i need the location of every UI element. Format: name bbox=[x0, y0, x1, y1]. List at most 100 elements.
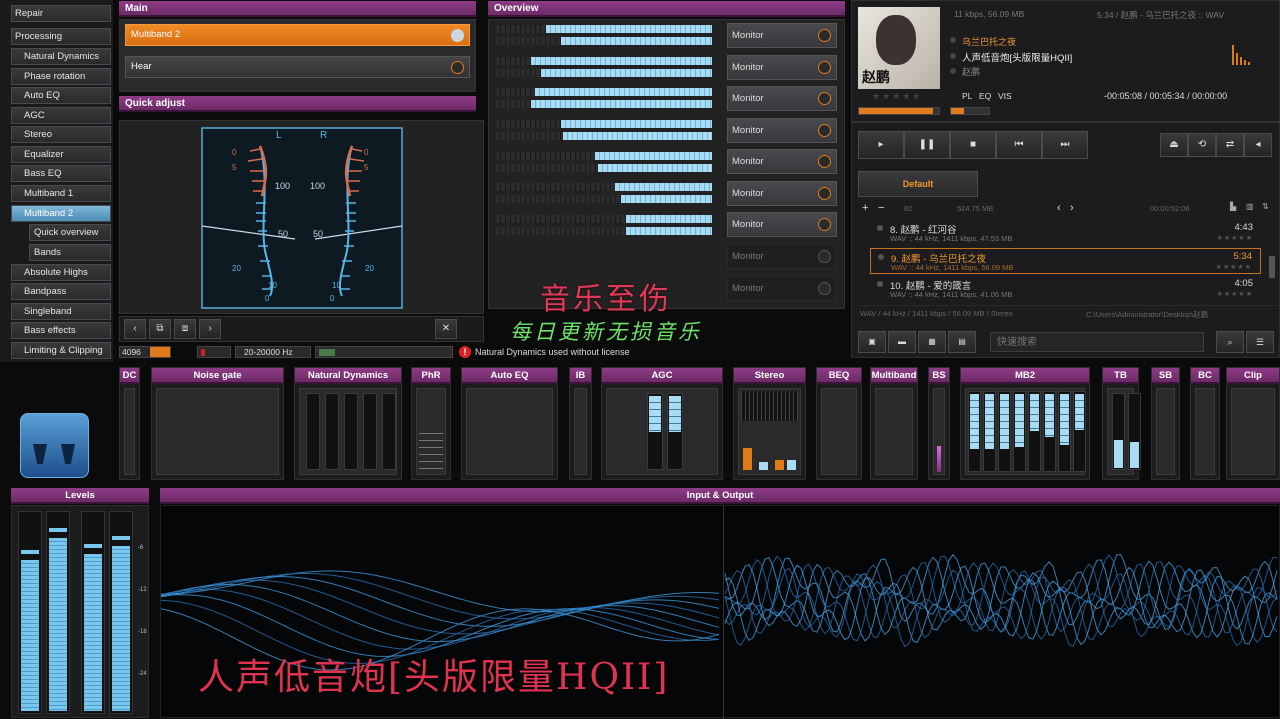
module-mb2[interactable]: MB2 bbox=[960, 367, 1090, 480]
monitor-radio[interactable] bbox=[818, 29, 831, 42]
multiband2-option[interactable]: Multiband 2 bbox=[125, 24, 470, 46]
nav-auto-eq[interactable]: Auto EQ bbox=[11, 87, 111, 104]
nav-bands[interactable]: Bands bbox=[29, 244, 111, 261]
nav-multiband-1[interactable]: Multiband 1 bbox=[11, 185, 111, 202]
monitor-radio[interactable] bbox=[818, 124, 831, 137]
playlist-remove-button[interactable]: ▬ bbox=[888, 331, 916, 353]
next-track-button[interactable]: ⏭ bbox=[1042, 131, 1088, 159]
hear-option[interactable]: Hear bbox=[125, 56, 470, 78]
nav-equalizer[interactable]: Equalizer bbox=[11, 146, 111, 163]
copy-button[interactable]: ⧉ bbox=[149, 319, 171, 339]
shuffle-button[interactable]: ⇄ bbox=[1216, 133, 1244, 157]
pause-button[interactable]: ❚❚ bbox=[904, 131, 950, 159]
playlist-sort-icon[interactable]: ⇅ bbox=[1262, 202, 1269, 211]
repeat-button[interactable]: ⟲ bbox=[1188, 133, 1216, 157]
playlist-track[interactable]: 10. 赵鹏 - 爱的箴言 WAV :: 44 kHz, 1411 kbps, 4… bbox=[870, 276, 1261, 302]
next-button[interactable]: › bbox=[199, 319, 221, 339]
nav-repair[interactable]: Repair bbox=[11, 5, 111, 22]
playlist-next-icon[interactable]: › bbox=[1070, 202, 1074, 214]
playlist-scrollbar[interactable] bbox=[1269, 256, 1275, 278]
track-rating[interactable]: ★★★★★ bbox=[1216, 263, 1252, 271]
remove-track-button[interactable]: − bbox=[878, 202, 884, 214]
previous-track-button[interactable]: ⏮ bbox=[996, 131, 1042, 159]
monitor-radio[interactable] bbox=[818, 282, 831, 295]
search-icon[interactable]: ⌕ bbox=[1216, 331, 1244, 353]
monitor-button[interactable]: Monitor bbox=[727, 86, 837, 111]
playlist-track[interactable]: 9. 赵鹏 - 乌兰巴托之夜 WAV :: 44 kHz, 1411 kbps, … bbox=[870, 248, 1261, 274]
track-rating[interactable]: ★★★★★ bbox=[1217, 234, 1253, 242]
playlist-add-button[interactable]: ▣ bbox=[858, 331, 886, 353]
monitor-button[interactable]: Monitor bbox=[727, 118, 837, 143]
monitor-button[interactable]: Monitor bbox=[727, 23, 837, 48]
nav-processing[interactable]: Processing bbox=[11, 28, 111, 45]
tab-eq[interactable]: EQ bbox=[979, 91, 991, 101]
monitor-radio[interactable] bbox=[818, 155, 831, 168]
module-auto-eq[interactable]: Auto EQ bbox=[461, 367, 558, 480]
playlist-select-button[interactable]: ▦ bbox=[918, 331, 946, 353]
nav-stereo[interactable]: Stereo bbox=[11, 126, 111, 143]
module-natural-dynamics[interactable]: Natural Dynamics bbox=[294, 367, 402, 480]
add-track-button[interactable]: + bbox=[862, 202, 868, 214]
nav-bass-eq[interactable]: Bass EQ bbox=[11, 165, 111, 182]
nav-absolute-highs[interactable]: Absolute Highs bbox=[11, 264, 111, 281]
playlist-misc-button[interactable]: ▤ bbox=[948, 331, 976, 353]
monitor-button[interactable]: Monitor bbox=[727, 212, 837, 237]
nav-agc[interactable]: AGC bbox=[11, 107, 111, 124]
monitor-radio[interactable] bbox=[818, 92, 831, 105]
track-rating[interactable]: ★★★★★ bbox=[1217, 290, 1253, 298]
monitor-radio[interactable] bbox=[818, 218, 831, 231]
module-beq[interactable]: BEQ bbox=[816, 367, 862, 480]
search-options-icon[interactable]: ☰ bbox=[1246, 331, 1274, 353]
monitor-radio[interactable] bbox=[818, 250, 831, 263]
nav-phase-rotation[interactable]: Phase rotation bbox=[11, 68, 111, 85]
freq-range-field[interactable]: 20-20000 Hz bbox=[235, 346, 311, 358]
close-button[interactable]: ✕ bbox=[435, 319, 457, 339]
nav-multiband-2[interactable]: Multiband 2 bbox=[11, 205, 111, 222]
module-phr[interactable]: PhR bbox=[411, 367, 451, 480]
buffer-size-field[interactable]: 4096 bbox=[119, 346, 171, 358]
playlist-prev-icon[interactable]: ‹ bbox=[1057, 202, 1061, 214]
nav-quick-overview[interactable]: Quick overview bbox=[29, 224, 111, 241]
seek-bar[interactable] bbox=[858, 107, 940, 115]
monitor-radio[interactable] bbox=[818, 187, 831, 200]
module-sb[interactable]: SB bbox=[1151, 367, 1180, 480]
playlist-tab-default[interactable]: Default bbox=[858, 171, 978, 197]
nav-bass-effects[interactable]: Bass effects bbox=[11, 322, 111, 339]
monitor-radio[interactable] bbox=[818, 61, 831, 74]
module-stereo[interactable]: Stereo bbox=[733, 367, 806, 480]
play-button[interactable]: ▸ bbox=[858, 131, 904, 159]
module-agc[interactable]: AGC bbox=[601, 367, 723, 480]
rating-stars[interactable]: ★★★★★ bbox=[872, 91, 922, 102]
prev-button[interactable]: ‹ bbox=[124, 319, 146, 339]
nav-singleband[interactable]: Singleband bbox=[11, 303, 111, 320]
monitor-button[interactable]: Monitor bbox=[727, 244, 837, 269]
monitor-button[interactable]: Monitor bbox=[727, 276, 837, 301]
eject-button[interactable]: ⏏ bbox=[1160, 133, 1188, 157]
module-bs[interactable]: BS bbox=[928, 367, 950, 480]
stop-button[interactable]: ■ bbox=[950, 131, 996, 159]
nav-limiting-clipping[interactable]: Limiting & Clipping bbox=[11, 342, 111, 359]
volume-slider[interactable] bbox=[950, 107, 990, 115]
module-noise-gate[interactable]: Noise gate bbox=[151, 367, 284, 480]
module-multiband[interactable]: Multiband bbox=[870, 367, 918, 480]
module-bc[interactable]: BC bbox=[1190, 367, 1220, 480]
monitor-button[interactable]: Monitor bbox=[727, 181, 837, 206]
nav-bandpass[interactable]: Bandpass bbox=[11, 283, 111, 300]
paste-button[interactable]: ⧈ bbox=[174, 319, 196, 339]
module-ib[interactable]: IB bbox=[569, 367, 592, 480]
quick-search-input[interactable] bbox=[990, 332, 1204, 352]
playlist-track[interactable]: 8. 赵鹏 - 红河谷 WAV :: 44 kHz, 1411 kbps, 47.… bbox=[870, 220, 1261, 246]
module-clip[interactable]: Clip bbox=[1226, 367, 1280, 480]
monitor-button[interactable]: Monitor bbox=[727, 149, 837, 174]
nav-natural-dynamics[interactable]: Natural Dynamics bbox=[11, 48, 111, 65]
tab-pl[interactable]: PL bbox=[962, 91, 972, 101]
monitor-button[interactable]: Monitor bbox=[727, 55, 837, 80]
hear-radio[interactable] bbox=[451, 61, 464, 74]
playlist-save-icon[interactable]: ▙ bbox=[1230, 202, 1236, 211]
module-tb[interactable]: TB bbox=[1102, 367, 1141, 480]
module-dc[interactable]: DC bbox=[119, 367, 140, 480]
playlist-settings-icon[interactable]: ▥ bbox=[1246, 202, 1254, 211]
multiband2-radio[interactable] bbox=[451, 29, 464, 42]
tab-vis[interactable]: VIS bbox=[998, 91, 1012, 101]
mute-button[interactable]: ◂ bbox=[1244, 133, 1272, 157]
